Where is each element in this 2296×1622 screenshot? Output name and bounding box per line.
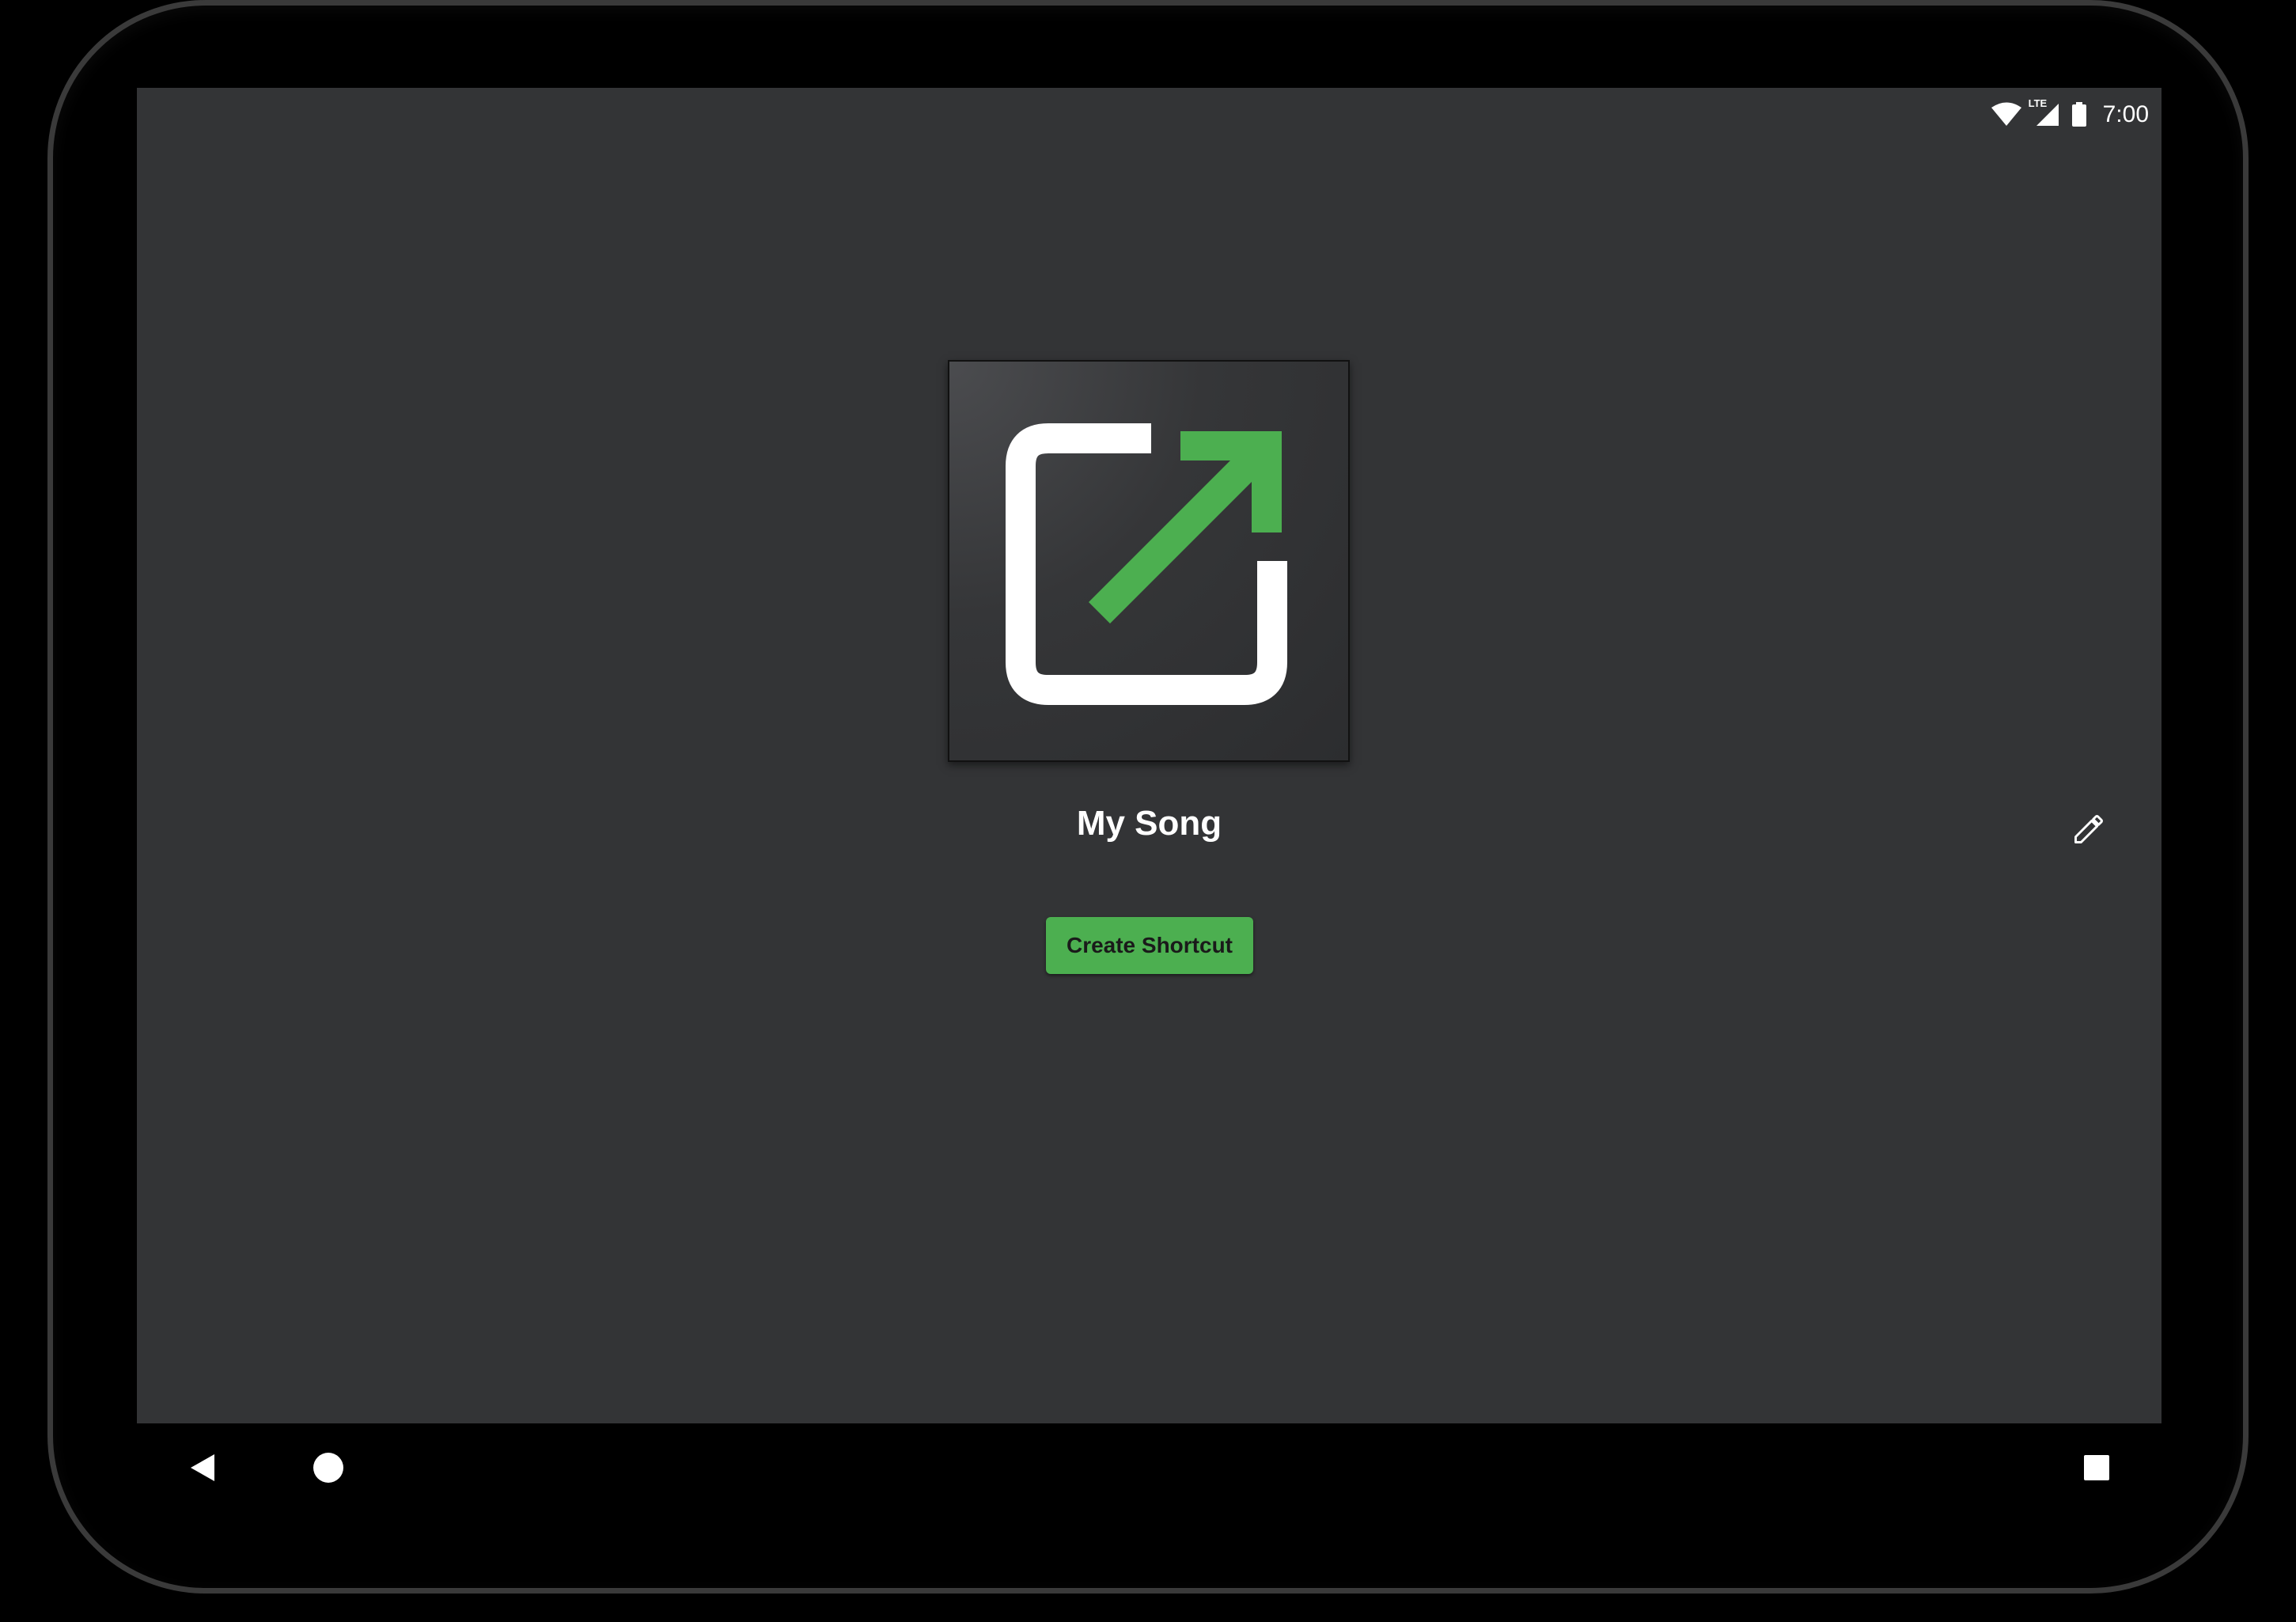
status-bar: LTE 7:00 (1991, 94, 2149, 135)
pencil-icon (2074, 815, 2103, 843)
create-shortcut-button[interactable]: Create Shortcut (1046, 917, 1253, 974)
home-circle-icon (313, 1453, 343, 1483)
shortcut-icon-preview[interactable] (948, 360, 1350, 762)
wifi-icon (1991, 102, 2022, 127)
navigation-bar (137, 1423, 2161, 1512)
network-label: LTE (2028, 97, 2048, 109)
open-in-new-icon (1006, 423, 1287, 705)
battery-icon (2071, 102, 2087, 127)
home-button[interactable] (284, 1423, 373, 1512)
back-button[interactable] (159, 1423, 248, 1512)
back-triangle-icon (191, 1454, 214, 1481)
recents-square-icon (2084, 1455, 2109, 1480)
app-screen: LTE 7:00 My Song Create Shortcut (137, 88, 2161, 1423)
shortcut-title: My Song (1076, 804, 1222, 843)
lte-signal-icon: LTE (2029, 97, 2060, 127)
status-time: 7:00 (2102, 101, 2149, 127)
edit-title-button[interactable] (2070, 810, 2108, 848)
recents-button[interactable] (2052, 1423, 2141, 1512)
